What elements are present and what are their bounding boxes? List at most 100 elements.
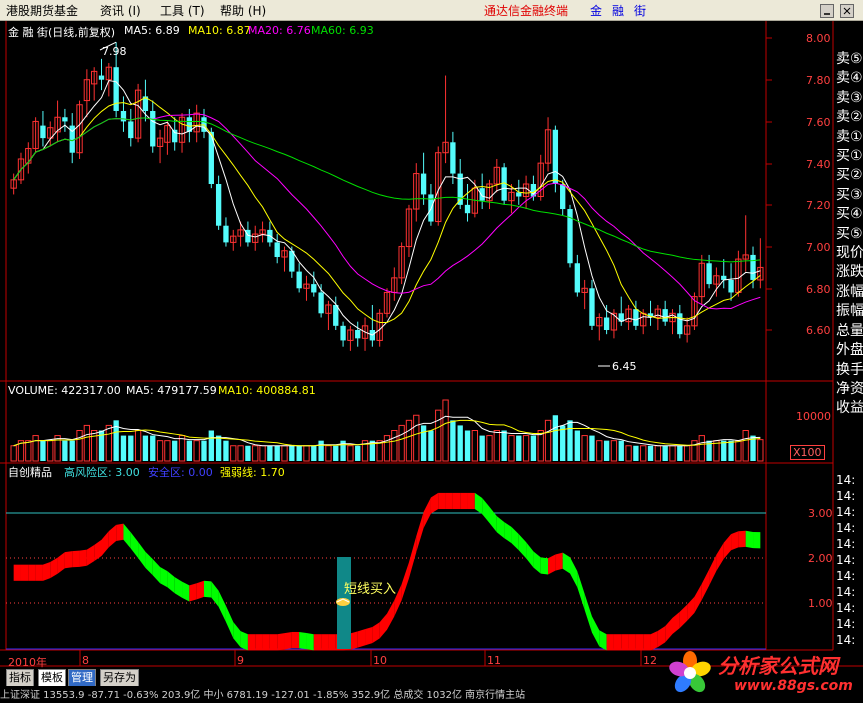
candle-body [677, 313, 683, 335]
indicator-band-segment [72, 550, 80, 568]
volume-bar [596, 440, 603, 462]
volume-bar [267, 445, 273, 461]
indicator-band-segment [372, 622, 380, 644]
indicator-band-segment [694, 583, 702, 613]
indicator-band-segment [701, 569, 710, 600]
indicator-band-segment [130, 532, 139, 559]
indicator-band-segment [665, 617, 673, 643]
indicator-band-segment [116, 523, 124, 541]
candle-body [552, 129, 559, 184]
candle-body [574, 263, 580, 293]
candle-body [750, 254, 756, 280]
indicator-band-segment [416, 511, 424, 553]
volume-bar [735, 440, 742, 462]
indicator-band-segment [86, 545, 95, 566]
brand-char-1: 金 [590, 4, 603, 18]
ma20-line [13, 113, 761, 310]
candle-body [150, 111, 156, 147]
indicator-band-segment [328, 634, 336, 651]
indicator-band-segment [452, 492, 461, 510]
minimize-icon[interactable] [820, 4, 834, 18]
volume-bar [442, 399, 449, 462]
volume-bar [193, 440, 200, 462]
indicator-tick: 1.00 [808, 597, 833, 610]
tick-time: 14: [836, 617, 856, 631]
candle-body [311, 284, 317, 293]
indicator-band-segment [526, 542, 534, 568]
indicator-band-segment [474, 492, 483, 515]
volume-bar [355, 445, 361, 461]
indicator-band-segment [20, 564, 29, 581]
tab-save-as[interactable]: 另存为 [100, 669, 139, 687]
menu-item-hk-futures-funds[interactable]: 港股期货基金 [6, 2, 78, 19]
indicator-band-segment [709, 554, 717, 586]
volume-bar [516, 435, 522, 461]
indicator-band-segment [94, 539, 102, 562]
volume-bar [625, 445, 632, 462]
indicator-band-segment [577, 571, 585, 610]
volume-bar [245, 445, 251, 461]
tick-time: 14: [836, 537, 856, 551]
volume-bar [91, 430, 98, 462]
quote-label: 卖③ [836, 89, 863, 106]
volume-bar [150, 435, 156, 461]
volume-bar [134, 430, 142, 462]
menu-bar: 港股期货基金 资讯 (I) 工具 (T) 帮助 (H) 通达信金融终端 金 融 … [0, 0, 863, 21]
volume-bar [156, 440, 164, 462]
tick-time: 14: [836, 569, 856, 583]
indicator-band-segment [28, 564, 36, 581]
candle-body [603, 317, 610, 330]
volume-bar [493, 430, 500, 462]
candle-body [516, 192, 522, 197]
volume-bar [698, 435, 705, 462]
price-tick: 8.00 [806, 32, 831, 45]
indicator-band-segment [138, 541, 146, 568]
indicator-band-segment [621, 634, 629, 651]
indicator-band-segment [548, 554, 556, 575]
candle-body [420, 173, 427, 195]
menu-item-info[interactable]: 资讯 (I) [100, 2, 141, 19]
indicator-band-segment [42, 561, 51, 581]
indicator-tick: 3.00 [808, 507, 833, 520]
price-tick: 7.60 [806, 116, 831, 129]
indicator-band-segment [357, 629, 366, 648]
tab-template[interactable]: 模板 [38, 669, 66, 687]
volume-bar [567, 420, 573, 461]
close-icon[interactable] [840, 4, 854, 18]
indicator-band-segment [387, 600, 395, 630]
volume-bar [296, 445, 302, 461]
indicator-band-segment [284, 631, 292, 650]
volume-bar [721, 440, 727, 461]
volume-bar [208, 430, 214, 461]
buy-signal-icon [334, 596, 352, 611]
brand-char-3: 街 [634, 4, 647, 18]
ma20-label: MA20: 6.76 [248, 24, 311, 37]
indicator-band-segment [50, 557, 58, 579]
candle-body [98, 75, 105, 80]
volume-bar [428, 430, 434, 461]
volume-bar [420, 425, 427, 461]
tick-time: 14: [836, 585, 856, 599]
menu-item-help[interactable]: 帮助 (H) [220, 2, 266, 19]
volume-bar [537, 430, 544, 462]
volume-bar [683, 445, 691, 462]
ma60-line [13, 117, 761, 263]
volume-bar [47, 440, 54, 462]
quote-panel-labels: 卖⑤ 卖④ 卖③ 卖② 卖① 买① 买② 买③ 买④ 买⑤ 现价 涨跌 涨幅 振幅 总量 外盘 换手 净资 收益 [836, 50, 863, 420]
volume-tick: 10000 [796, 410, 831, 423]
indicator-band-segment [262, 634, 270, 651]
quote-label: 外盘 [836, 342, 863, 359]
menu-item-tools[interactable]: 工具 (T) [160, 2, 205, 19]
ma10-label: MA10: 6.87 [188, 24, 251, 37]
tab-manage[interactable]: 管理 [68, 669, 96, 687]
chart-canvas[interactable] [0, 21, 863, 686]
quote-label: 买① [836, 148, 863, 165]
volume-bar [633, 445, 639, 461]
high-risk-label: 高风险区: 3.00 [64, 466, 140, 479]
price-tick: 7.00 [806, 241, 831, 254]
volume-bar [142, 435, 149, 461]
indicator-band-segment [255, 634, 263, 651]
candle-body [633, 309, 639, 326]
tab-indicator[interactable]: 指标 [6, 669, 34, 687]
volume-bar [172, 440, 178, 461]
